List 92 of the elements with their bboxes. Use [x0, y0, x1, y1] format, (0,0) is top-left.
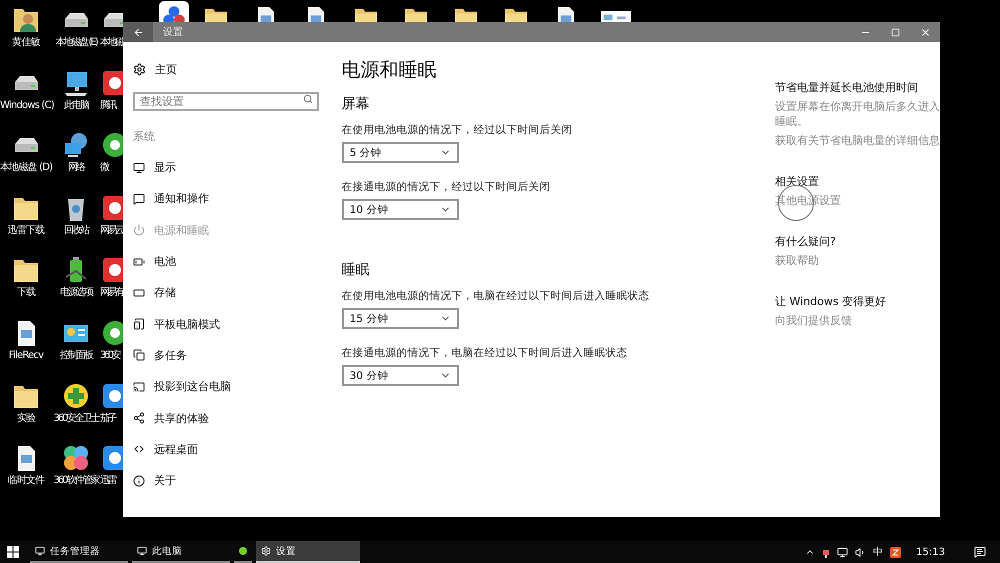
settings-icon — [133, 62, 146, 76]
document-icon — [308, 7, 324, 22]
desktop-icon-label[interactable]: 电源选项 — [60, 287, 92, 300]
back-arrow-icon — [132, 26, 144, 38]
nav-item[interactable]: 存储 — [154, 285, 176, 300]
computer-icon — [137, 546, 147, 556]
desktop-icon-label[interactable]: 网络 — [68, 162, 84, 174]
desktop-icon-label[interactable]: FileRecv — [8, 350, 44, 362]
setting-label: 在接通电源的情况下，经过以下时间后关闭 — [342, 180, 552, 194]
section-heading: 屏幕 — [342, 95, 371, 113]
desktop-icon-label[interactable]: 此电脑 — [64, 100, 88, 112]
storage-icon — [133, 286, 145, 299]
page-title: 电源和睡眠 — [342, 58, 438, 83]
aside-link[interactable]: 获取帮助 — [775, 253, 819, 268]
power-icon — [133, 224, 145, 236]
nav-item[interactable]: 关于 — [154, 473, 176, 488]
setting-label: 在使用电池电源的情况下，电脑在经过以下时间后进入睡眠状态 — [342, 289, 651, 303]
windows-logo-icon — [7, 546, 19, 558]
task-manager-icon — [35, 546, 45, 556]
search-icon — [303, 94, 313, 104]
time-dropdown[interactable]: 30 分钟 — [342, 365, 459, 386]
home-link[interactable]: 主页 — [155, 62, 177, 76]
network-icon[interactable] — [837, 546, 848, 558]
section-label: 系统 — [133, 129, 156, 144]
nav-item[interactable]: 电池 — [154, 254, 176, 270]
desktop-icon-label[interactable]: 茄子 — [100, 412, 115, 425]
desktop-icon-label[interactable]: 迅雷 — [100, 475, 115, 488]
projector-icon — [133, 380, 145, 393]
time-dropdown[interactable]: 10 分钟 — [342, 199, 459, 220]
taskbar-button[interactable]: 此电脑 — [132, 541, 230, 563]
screenshot-icon — [601, 11, 631, 22]
clock[interactable]: 15:13 — [916, 546, 945, 558]
setting-label: 在使用电池电源的情况下，经过以下时间后关闭 — [342, 123, 574, 137]
desktop-icon-label[interactable]: 微 — [100, 162, 108, 174]
tablet-icon — [133, 318, 145, 330]
desktop-icon-label[interactable]: 360安全卫士 — [53, 412, 99, 425]
windows-stack-icon — [133, 349, 145, 362]
desktop-icon-label[interactable]: 本地磁盘 (D) — [0, 162, 52, 174]
desktop-icon-label[interactable]: 网易云 — [100, 224, 122, 237]
desktop-icon-label[interactable]: 本地磁盘 (E) — [55, 37, 97, 49]
desktop-icon-label[interactable]: 迅雷下载 — [8, 224, 44, 237]
desktop-icon-label[interactable]: 360软件管家 — [53, 475, 99, 488]
back-button[interactable] — [123, 22, 153, 42]
document-icon — [258, 7, 274, 22]
time-dropdown[interactable]: 5 分钟 — [342, 142, 459, 163]
nav-item[interactable]: 多任务 — [154, 348, 187, 363]
document-icon — [558, 7, 574, 22]
info-icon — [133, 474, 145, 487]
maximize-icon — [890, 28, 900, 36]
share-icon — [133, 412, 145, 424]
message-icon — [133, 192, 145, 205]
taskbar-button[interactable]: 设置 — [256, 541, 360, 563]
desktop-icon-label[interactable]: 临时文件 — [8, 475, 44, 488]
aside-heading: 节省电量并延长电池使用时间 — [775, 80, 919, 95]
desktop-icon-label[interactable]: 网易有 — [100, 287, 122, 300]
battery-icon — [133, 256, 145, 268]
desktop-icon-label[interactable]: 控制面板 — [60, 350, 92, 362]
settings-icon — [261, 546, 271, 556]
app-icon — [239, 546, 247, 556]
aside-link[interactable]: 向我们提供反馈 — [775, 313, 852, 328]
desktop-icon-label[interactable]: 下载 — [16, 287, 36, 300]
nav-item[interactable]: 平板电脑模式 — [154, 316, 220, 332]
taskbar-button[interactable]: 任务管理器 — [30, 541, 128, 563]
notification-icon[interactable] — [974, 546, 986, 558]
aside-heading: 相关设置 — [775, 174, 820, 189]
nav-item[interactable]: 通知和操作 — [154, 191, 209, 206]
desktop-icon-label[interactable]: 实验 — [16, 412, 36, 425]
monitor-icon — [133, 162, 145, 174]
close-icon — [920, 26, 930, 38]
volume-icon[interactable] — [855, 546, 866, 558]
search-field[interactable]: 查找设置 — [133, 92, 319, 111]
time-dropdown[interactable]: 15 分钟 — [342, 308, 459, 329]
aside-heading: 让 Windows 变得更好 — [775, 294, 888, 309]
setting-label: 在接通电源的情况下，电脑在经过以下时间后进入睡眠状态 — [342, 346, 629, 360]
window-title: 设置 — [163, 26, 184, 39]
desktop-icon-label[interactable]: Windows (C) — [0, 100, 54, 112]
app-icon — [159, 1, 189, 22]
section-heading: 睡眠 — [342, 261, 371, 279]
input-method-indicator[interactable]: 中 — [873, 545, 884, 559]
nav-item[interactable]: 投影到这台电脑 — [154, 379, 231, 394]
desktop-icon-label[interactable]: 360安 — [100, 350, 120, 362]
desktop-icon-label[interactable]: 本地磁 — [100, 37, 122, 49]
aside-link[interactable]: 获取有关节省电脑电量的详细信息 — [775, 133, 940, 148]
aside-description: 设置屏幕在你离开电脑后多久进入睡眠。 — [775, 99, 940, 129]
nav-item[interactable]: 显示 — [154, 160, 176, 176]
desktop-icon-label[interactable]: 黄佳敏 — [12, 37, 40, 49]
app-tray-icon[interactable] — [890, 546, 902, 558]
desktop-icon-label[interactable]: 回收站 — [64, 224, 88, 237]
nav-item[interactable]: 远程桌面 — [154, 442, 198, 457]
aside-heading: 有什么疑问? — [775, 234, 837, 249]
desktop-icon-label[interactable]: 腾讯 — [100, 100, 115, 112]
nav-item[interactable]: 共享的体验 — [154, 410, 209, 426]
